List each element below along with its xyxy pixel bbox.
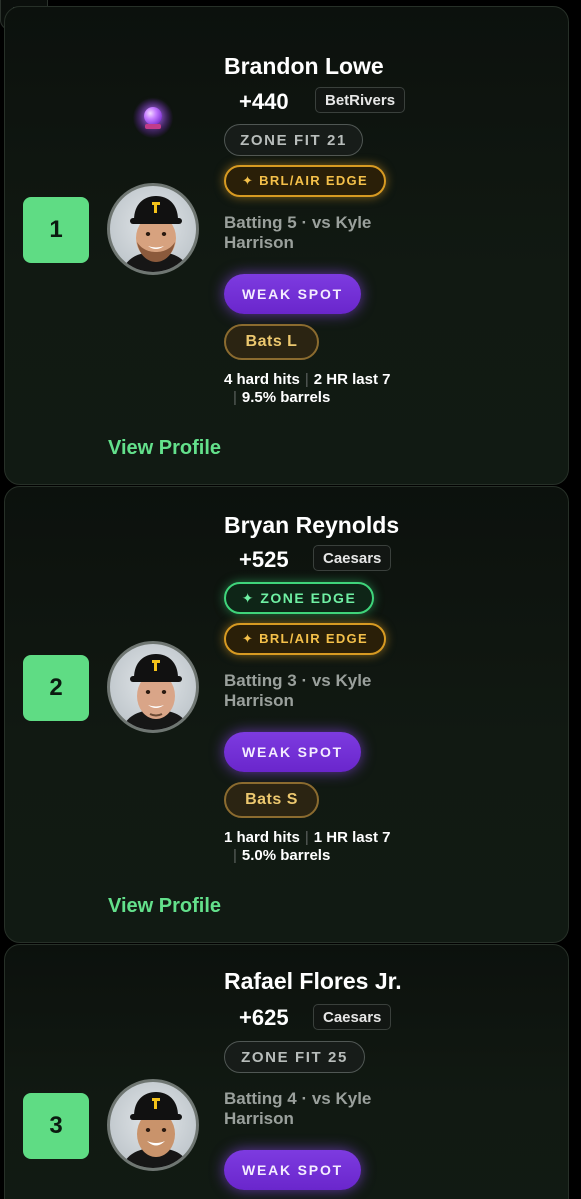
zone-edge-badge: ✦ ZONE EDGE <box>224 582 374 614</box>
player-name: Rafael Flores Jr. <box>224 968 402 994</box>
zone-fit-badge: ZONE FIT 21 <box>224 124 363 156</box>
weak-spot-badge: WEAK SPOT <box>224 1150 361 1190</box>
hr-last-7: 1 HR last 7 <box>313 829 391 846</box>
hard-hits: 4 hard hits <box>224 371 300 388</box>
bats-hand-badge: Bats L <box>224 324 319 360</box>
brl-air-edge-badge: ✦ BRL/AIR EDGE <box>224 623 386 655</box>
odds-value: +525 <box>239 547 289 572</box>
barrels-pct: 9.5% barrels <box>241 389 331 406</box>
weak-spot-badge: WEAK SPOT <box>224 732 361 772</box>
player-stats: 4 hard hits | 2 HR last 7 | 9.5% barrels <box>224 371 391 406</box>
player-stats: 1 hard hits | 1 HR last 7 | 5.0% barrels <box>224 829 391 864</box>
player-card: 2 Bryan Reynolds +525 Caesars ✦ ZONE EDG… <box>4 486 569 943</box>
crystal-ball-icon <box>133 98 173 138</box>
player-avatar <box>107 1079 199 1171</box>
player-card: 3 Rafael Flores Jr. +625 Caesars ZONE FI… <box>4 944 569 1199</box>
odds-value: +440 <box>239 89 289 114</box>
zone-fit-badge: ZONE FIT 25 <box>224 1041 365 1073</box>
brl-air-edge-badge: ✦ BRL/AIR EDGE <box>224 165 386 197</box>
player-name: Brandon Lowe <box>224 53 384 79</box>
batting-matchup: Batting 5 · vs Kyle Harrison <box>224 213 372 252</box>
weak-spot-badge: WEAK SPOT <box>224 274 361 314</box>
view-profile-link[interactable]: View Profile <box>108 437 221 460</box>
batting-matchup: Batting 3 · vs Kyle Harrison <box>224 671 372 710</box>
sportsbook-badge: Caesars <box>313 1004 392 1030</box>
hard-hits: 1 hard hits <box>224 829 300 846</box>
barrels-pct: 5.0% barrels <box>241 847 331 864</box>
odds-value: +625 <box>239 1005 289 1030</box>
view-profile-link[interactable]: View Profile <box>108 895 221 918</box>
player-avatar <box>107 183 199 275</box>
rank-badge: 3 <box>23 1093 89 1159</box>
hr-last-7: 2 HR last 7 <box>313 371 391 388</box>
sportsbook-badge: BetRivers <box>315 87 406 113</box>
player-avatar <box>107 641 199 733</box>
sportsbook-badge: Caesars <box>313 545 392 571</box>
batting-matchup: Batting 4 · vs Kyle Harrison <box>224 1089 372 1128</box>
bats-hand-badge: Bats S <box>224 782 319 818</box>
player-card: 1 Brandon Lowe +440 BetRivers ZONE FIT 2… <box>4 6 569 485</box>
rank-badge: 1 <box>23 197 89 263</box>
player-name: Bryan Reynolds <box>224 512 400 538</box>
rank-badge: 2 <box>23 655 89 721</box>
